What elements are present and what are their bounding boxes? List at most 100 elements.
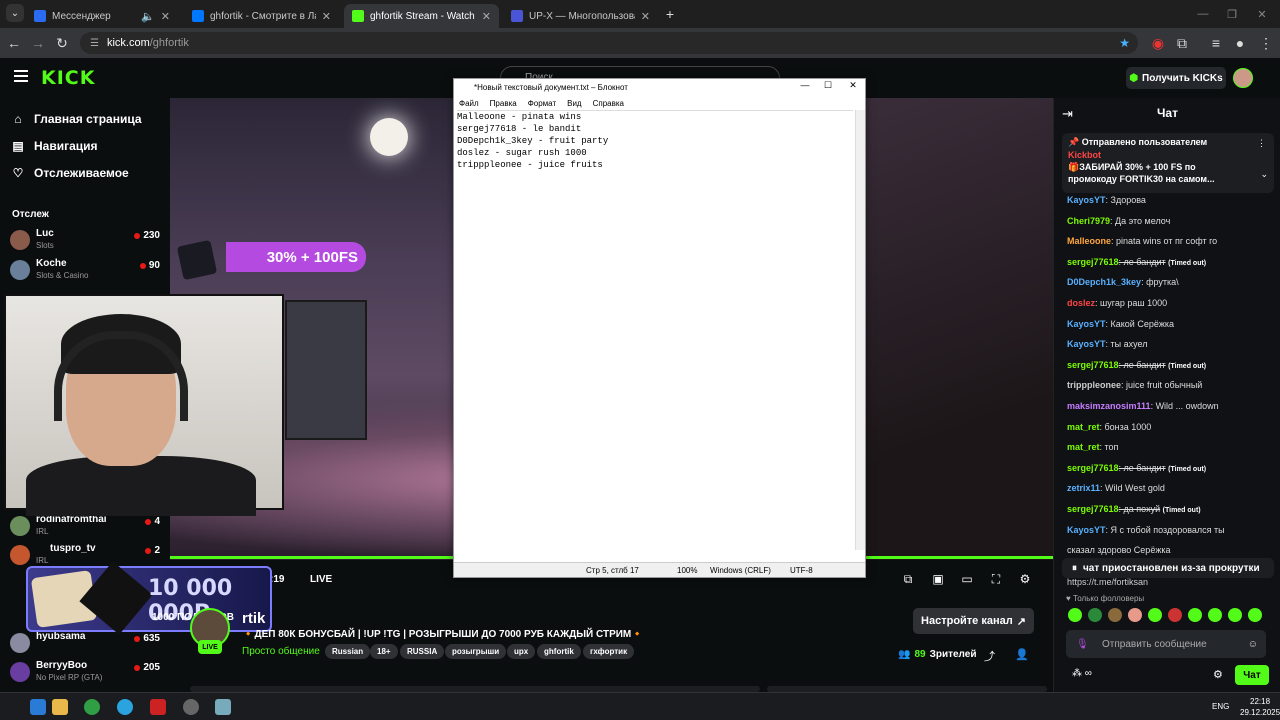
setup-channel-button[interactable]: Настройте канал ↗ xyxy=(913,608,1034,634)
chat-message[interactable]: Malleoone: pinata wins от пг софт го xyxy=(1067,236,1277,246)
tag[interactable]: гхфортик xyxy=(583,644,635,659)
share-icon[interactable]: ⤴ xyxy=(984,648,995,664)
reload-icon[interactable]: ↻ xyxy=(52,33,72,53)
send-chat-button[interactable]: Чат xyxy=(1235,665,1269,685)
browser-menu-icon[interactable]: ⋮ xyxy=(1256,33,1276,53)
user-avatar[interactable] xyxy=(1233,68,1253,88)
telegram-icon[interactable] xyxy=(117,699,133,715)
clip-icon[interactable]: ▣ xyxy=(931,572,945,586)
emote-icon[interactable] xyxy=(1168,608,1182,622)
chat-username[interactable]: sergej77618 xyxy=(1067,463,1119,473)
chat-message[interactable]: tripppleonee: juice fruit обычный xyxy=(1067,380,1277,390)
close-icon[interactable]: ✕ xyxy=(842,80,864,94)
fullscreen-icon[interactable]: ⛶ xyxy=(989,572,1003,586)
menu-view[interactable]: Вид xyxy=(567,99,581,108)
chat-paused-banner[interactable]: ⏸ чат приостановлен из-за прокрутки xyxy=(1062,558,1274,578)
get-kicks-button[interactable]: ⬢ Получить KICKs xyxy=(1126,67,1226,89)
close-tab-icon[interactable]: ✕ xyxy=(322,10,331,23)
extension-icon[interactable]: ◉ xyxy=(1148,33,1168,53)
chat-message[interactable]: zetrix11: Wild West gold xyxy=(1067,483,1277,493)
chat-username[interactable]: Malleoone xyxy=(1067,236,1111,246)
kick-logo[interactable]: KICK xyxy=(41,67,95,89)
chat-message[interactable]: sergej77618: да похуй (Timed out) xyxy=(1067,504,1277,514)
close-tab-icon[interactable]: ✕ xyxy=(161,10,170,23)
chat-username[interactable]: sergej77618 xyxy=(1067,504,1119,514)
chat-message[interactable]: сказал здорово Серёжка xyxy=(1067,545,1277,555)
more-options-icon[interactable]: ⋮ xyxy=(1257,138,1266,149)
chat-username[interactable]: D0Depch1k_3key xyxy=(1067,277,1141,287)
chat-message[interactable]: maksimzanosim111: Wild ... owdown xyxy=(1067,401,1277,411)
chat-input[interactable]: 🎙 Отправить сообщение ☺ xyxy=(1066,630,1266,658)
emote-icon[interactable] xyxy=(1068,608,1082,622)
theater-mode-icon[interactable]: ▭ xyxy=(960,572,974,586)
tab-vk-live[interactable]: ghfortik - Смотрите в Лайве н ✕ xyxy=(184,4,339,28)
points-icon[interactable]: ⁂ ∞ xyxy=(1072,668,1092,679)
vertical-scrollbar[interactable] xyxy=(855,110,865,550)
channel-item[interactable]: hyubsama 635 xyxy=(10,629,160,657)
mic-icon[interactable]: 🎙 xyxy=(1076,639,1089,650)
chat-message[interactable]: sergej77618: ле бандит (Timed out) xyxy=(1067,257,1277,267)
telegram-link[interactable]: https://t.me/fortiksan xyxy=(1067,577,1148,587)
chat-message[interactable]: sergej77618: ле бандит (Timed out) xyxy=(1067,463,1277,473)
expand-chevron-icon[interactable]: ⌄ xyxy=(1260,169,1268,180)
chat-message[interactable]: KayosYT: Какой Серёжка xyxy=(1067,319,1277,329)
chrome-icon[interactable] xyxy=(84,699,100,715)
channel-name-title[interactable]: rtik xyxy=(242,610,265,627)
app-icon[interactable] xyxy=(150,699,166,715)
menu-file[interactable]: Файл xyxy=(459,99,479,108)
tag[interactable]: Russian xyxy=(325,644,371,659)
tab-kick-stream[interactable]: ghfortik Stream - Watch Live o ✕ xyxy=(344,4,499,28)
chat-message[interactable]: mat_ret: топ xyxy=(1067,442,1277,452)
emote-icon[interactable] xyxy=(1108,608,1122,622)
tab-upx[interactable]: UP-X — Многопользователь ✕ xyxy=(503,4,658,28)
chat-message[interactable]: D0Depch1k_3key: фрутка\ xyxy=(1067,277,1277,287)
chat-username[interactable]: KayosYT xyxy=(1067,525,1106,535)
channel-item[interactable]: Luc Slots 230 xyxy=(10,226,160,254)
maximize-icon[interactable]: ☐ xyxy=(817,80,839,94)
speaker-icon[interactable]: 🔈 xyxy=(141,10,155,23)
minimize-icon[interactable]: — xyxy=(1193,4,1213,24)
menu-icon[interactable] xyxy=(14,70,28,82)
file-explorer-icon[interactable] xyxy=(52,699,68,715)
emote-icon[interactable] xyxy=(1228,608,1242,622)
language-indicator[interactable]: ENG xyxy=(1212,702,1229,711)
chat-username[interactable]: KayosYT xyxy=(1067,339,1106,349)
chat-username[interactable]: Cheri7979 xyxy=(1067,216,1110,226)
chat-message[interactable]: Cheri7979: Да это мелоч xyxy=(1067,216,1277,226)
profile-icon[interactable]: ● xyxy=(1230,33,1250,53)
close-tab-icon[interactable]: ✕ xyxy=(482,10,491,23)
emote-icon[interactable] xyxy=(1188,608,1202,622)
tag[interactable]: RUSSIA xyxy=(400,644,445,659)
emote-icon[interactable] xyxy=(1248,608,1262,622)
channel-item[interactable]: tuspro_tv IRL 2 xyxy=(10,541,160,569)
tag[interactable]: 18+ xyxy=(370,644,398,659)
start-icon[interactable] xyxy=(30,699,46,715)
tab-search-icon[interactable]: ⌄ xyxy=(6,4,24,22)
chat-username[interactable]: tripppleonee xyxy=(1067,380,1121,390)
chat-username[interactable]: sergej77618 xyxy=(1067,360,1119,370)
chat-username[interactable]: sergej77618 xyxy=(1067,257,1119,267)
chat-message[interactable]: doslez: шугар раш 1000 xyxy=(1067,298,1277,308)
menu-help[interactable]: Справка xyxy=(593,99,624,108)
tab-messenger[interactable]: Мессенджер 🔈 ✕ xyxy=(26,4,178,28)
chat-settings-icon[interactable]: ⚙ xyxy=(1213,668,1223,681)
emoji-icon[interactable]: ☺ xyxy=(1248,639,1258,650)
forward-icon[interactable]: → xyxy=(28,33,48,53)
chat-message[interactable]: KayosYT: ты ахуел xyxy=(1067,339,1277,349)
back-icon[interactable]: ← xyxy=(4,33,24,53)
pinned-message[interactable]: 📌 Отправлено пользователем Kickbot 🎁ЗАБИ… xyxy=(1062,133,1274,193)
bookmark-star-icon[interactable]: ★ xyxy=(1119,36,1130,50)
nav-browse[interactable]: ▤ Навигация xyxy=(12,139,97,153)
site-info-icon[interactable]: ☰ xyxy=(90,38,99,49)
tag[interactable]: ghfortik xyxy=(537,644,581,659)
close-tab-icon[interactable]: ✕ xyxy=(641,10,650,23)
channel-item[interactable]: Koche Slots & Casino 90 xyxy=(10,256,160,284)
address-bar[interactable]: ☰ kick.com/ghfortik ★ xyxy=(80,32,1138,54)
reading-list-icon[interactable]: ≡ xyxy=(1206,33,1226,53)
chat-username[interactable]: mat_ret xyxy=(1067,422,1100,432)
emote-icon[interactable] xyxy=(1088,608,1102,622)
maximize-icon[interactable]: ❐ xyxy=(1222,4,1242,24)
chat-username[interactable]: mat_ret xyxy=(1067,442,1100,452)
stream-category[interactable]: Просто общение xyxy=(242,646,320,657)
tag[interactable]: розыгрыши xyxy=(445,644,507,659)
